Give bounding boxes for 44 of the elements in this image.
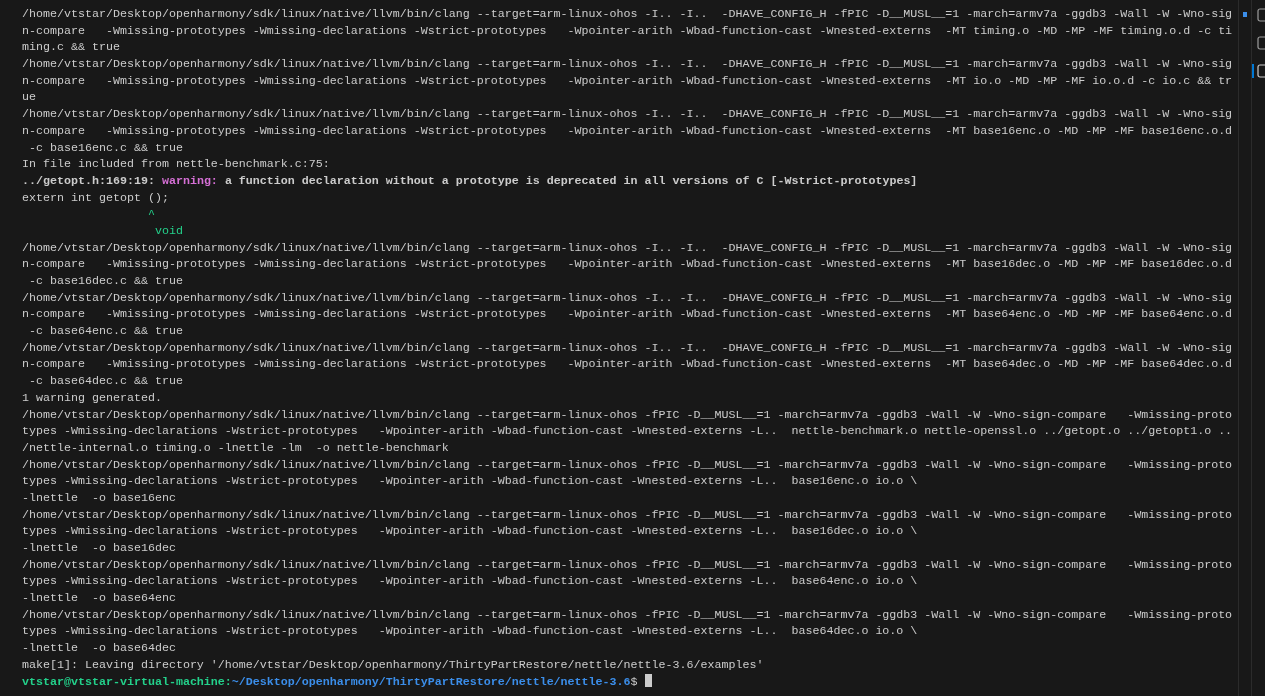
terminal-line: types -Wmissing-declarations -Wstrict-prototypes -Wpointer-arith -Wbad-function-cast -Wnested-externs -L.. base16dec.o io.o \ xyxy=(22,524,918,539)
terminal-line: n-compare -Wmissing-prototypes -Wmissing-declarations -Wstrict-prototypes -Wpointer-arith -Wbad-function-cast -Wnested-externs -MT timing.o -MD -MP -MF timing.o.d -c ti xyxy=(22,23,1233,38)
terminal-line: /home/vtstar/Desktop/openharmony/sdk/linux/native/llvm/bin/clang --target=arm-linux-ohos -fPIC -D__MUSL__=1 -march=armv7a -ggdb3 -Wall -W -Wno-sign-compare -Wmissing-proto xyxy=(22,407,1233,422)
terminal-line: -c base64dec.c && true xyxy=(28,374,183,389)
terminal-line: ue xyxy=(22,90,36,105)
terminal-line: extern int getopt (); xyxy=(22,190,169,205)
terminal-line: /home/vtstar/Desktop/openharmony/sdk/linux/native/llvm/bin/clang --target=arm-linux-ohos -I.. -I.. -DHAVE_CONFIG_H -fPIC -D__MUSL__=1 -march=armv7a -ggdb3 -Wall -W -Wno-sig xyxy=(22,340,1233,355)
terminal-line: n-compare -Wmissing-prototypes -Wmissing-declarations -Wstrict-prototypes -Wpointer-arith -Wbad-function-cast -Wnested-externs -MT io.o -MD -MP -MF io.o.d -c io.c && tr xyxy=(22,73,1233,88)
terminal-line: /home/vtstar/Desktop/openharmony/sdk/linux/native/llvm/bin/clang --target=arm-linux-ohos -fPIC -D__MUSL__=1 -march=armv7a -ggdb3 -Wall -W -Wno-sign-compare -Wmissing-proto xyxy=(22,457,1233,472)
warning-line: ../getopt.h:169:19: warning: a function declaration without a prototype is deprecated in all versions of C [-Wstrict-prototypes] xyxy=(22,173,918,188)
terminal-line: n-compare -Wmissing-prototypes -Wmissing-declarations -Wstrict-prototypes -Wpointer-arith -Wbad-function-cast -Wnested-externs -MT base16dec.o -MD -MP -MF base16dec.o.d xyxy=(22,257,1233,272)
terminal-line: -lnettle -o base16enc xyxy=(22,490,176,505)
terminal-tab-icon[interactable] xyxy=(1252,64,1265,78)
terminal-line: In file included from nettle-benchmark.c:75: xyxy=(22,157,330,172)
terminal-line: /home/vtstar/Desktop/openharmony/sdk/linux/native/llvm/bin/clang --target=arm-linux-ohos -fPIC -D__MUSL__=1 -march=armv7a -ggdb3 -Wall -W -Wno-sign-compare -Wmissing-proto xyxy=(22,607,1233,622)
terminal-line: -c base16dec.c && true xyxy=(28,274,183,288)
terminal-line: -lnettle -o base64enc xyxy=(22,591,176,606)
terminal-line: /home/vtstar/Desktop/openharmony/sdk/linux/native/llvm/bin/clang --target=arm-linux-ohos -I.. -I.. -DHAVE_CONFIG_H -fPIC -D__MUSL__=1 -march=armv7a -ggdb3 -Wall -W -Wno-sig xyxy=(22,290,1233,305)
cursor xyxy=(644,673,652,687)
terminal-line: /nettle-internal.o timing.o -lnettle -lm -o nettle-benchmark xyxy=(22,440,449,455)
terminal-line: /home/vtstar/Desktop/openharmony/sdk/linux/native/llvm/bin/clang --target=arm-linux-ohos -fPIC -D__MUSL__=1 -march=armv7a -ggdb3 -Wall -W -Wno-sign-compare -Wmissing-proto xyxy=(22,507,1233,522)
terminal-line: n-compare -Wmissing-prototypes -Wmissing-declarations -Wstrict-prototypes -Wpointer-arith -Wbad-function-cast -Wnested-externs -MT base64enc.o -MD -MP -MF base64enc.o.d xyxy=(22,307,1233,322)
search-marker xyxy=(1243,12,1247,17)
terminal-line: -lnettle -o base64dec xyxy=(22,641,176,656)
terminal-line: /home/vtstar/Desktop/openharmony/sdk/linux/native/llvm/bin/clang --target=arm-linux-ohos -I.. -I.. -DHAVE_CONFIG_H -fPIC -D__MUSL__=1 -march=armv7a -ggdb3 -Wall -W -Wno-sig xyxy=(22,240,1233,255)
terminal-line: types -Wmissing-declarations -Wstrict-prototypes -Wpointer-arith -Wbad-function-cast -Wnested-externs -L.. base64enc.o io.o \ xyxy=(22,574,918,589)
shell-prompt: vtstar@vtstar-virtual-machine:~/Desktop/openharmony/ThirtyPartRestore/nettle/nettle-3.6$ xyxy=(22,674,639,689)
terminal-line: -c base64enc.c && true xyxy=(28,324,183,339)
terminal-line: /home/vtstar/Desktop/openharmony/sdk/linux/native/llvm/bin/clang --target=arm-linux-ohos -fPIC -D__MUSL__=1 -march=armv7a -ggdb3 -Wall -W -Wno-sign-compare -Wmissing-proto xyxy=(22,557,1233,572)
terminal-line: 1 warning generated. xyxy=(22,390,162,405)
fixit-hint: void xyxy=(153,223,183,238)
terminal-line: types -Wmissing-declarations -Wstrict-prototypes -Wpointer-arith -Wbad-function-cast -Wnested-externs -L.. base64dec.o io.o \ xyxy=(22,624,918,639)
terminal-line: make[1]: Leaving directory '/home/vtstar/Desktop/openharmony/ThirtyPartRestore/nettle/nettle-3.6/examples' xyxy=(22,657,764,672)
terminal-line: /home/vtstar/Desktop/openharmony/sdk/linux/native/llvm/bin/clang --target=arm-linux-ohos -I.. -I.. -DHAVE_CONFIG_H -fPIC -D__MUSL__=1 -march=armv7a -ggdb3 -Wall -W -Wno-sig xyxy=(22,7,1233,21)
terminal-line: /home/vtstar/Desktop/openharmony/sdk/linux/native/llvm/bin/clang --target=arm-linux-ohos -I.. -I.. -DHAVE_CONFIG_H -fPIC -D__MUSL__=1 -march=armv7a -ggdb3 -Wall -W -Wno-sig xyxy=(22,57,1233,72)
terminal-line: ming.c && true xyxy=(22,40,120,55)
terminal-line: n-compare -Wmissing-prototypes -Wmissing-declarations -Wstrict-prototypes -Wpointer-arith -Wbad-function-cast -Wnested-externs -MT base16enc.o -MD -MP -MF base16enc.o.d xyxy=(22,123,1233,138)
terminal-line: -lnettle -o base16dec xyxy=(22,541,176,555)
terminal-line: -c base16enc.c && true xyxy=(28,140,183,155)
terminal-line: /home/vtstar/Desktop/openharmony/sdk/linux/native/llvm/bin/clang --target=arm-linux-ohos -I.. -I.. -DHAVE_CONFIG_H -fPIC -D__MUSL__=1 -march=armv7a -ggdb3 -Wall -W -Wno-sig xyxy=(22,107,1233,122)
fixit-hint: ^ xyxy=(146,207,155,222)
terminal-line: types -Wmissing-declarations -Wstrict-prototypes -Wpointer-arith -Wbad-function-cast -Wnested-externs -L.. nettle-benchmark.o nettle-openssl.o ../getopt.o ../getopt1.o .. xyxy=(22,424,1233,439)
terminal-line: types -Wmissing-declarations -Wstrict-prototypes -Wpointer-arith -Wbad-function-cast -Wnested-externs -L.. base16enc.o io.o \ xyxy=(22,474,918,489)
terminal-line: n-compare -Wmissing-prototypes -Wmissing-declarations -Wstrict-prototypes -Wpointer-arith -Wbad-function-cast -Wnested-externs -MT base64dec.o -MD -MP -MF base64dec.o.d xyxy=(22,357,1233,372)
